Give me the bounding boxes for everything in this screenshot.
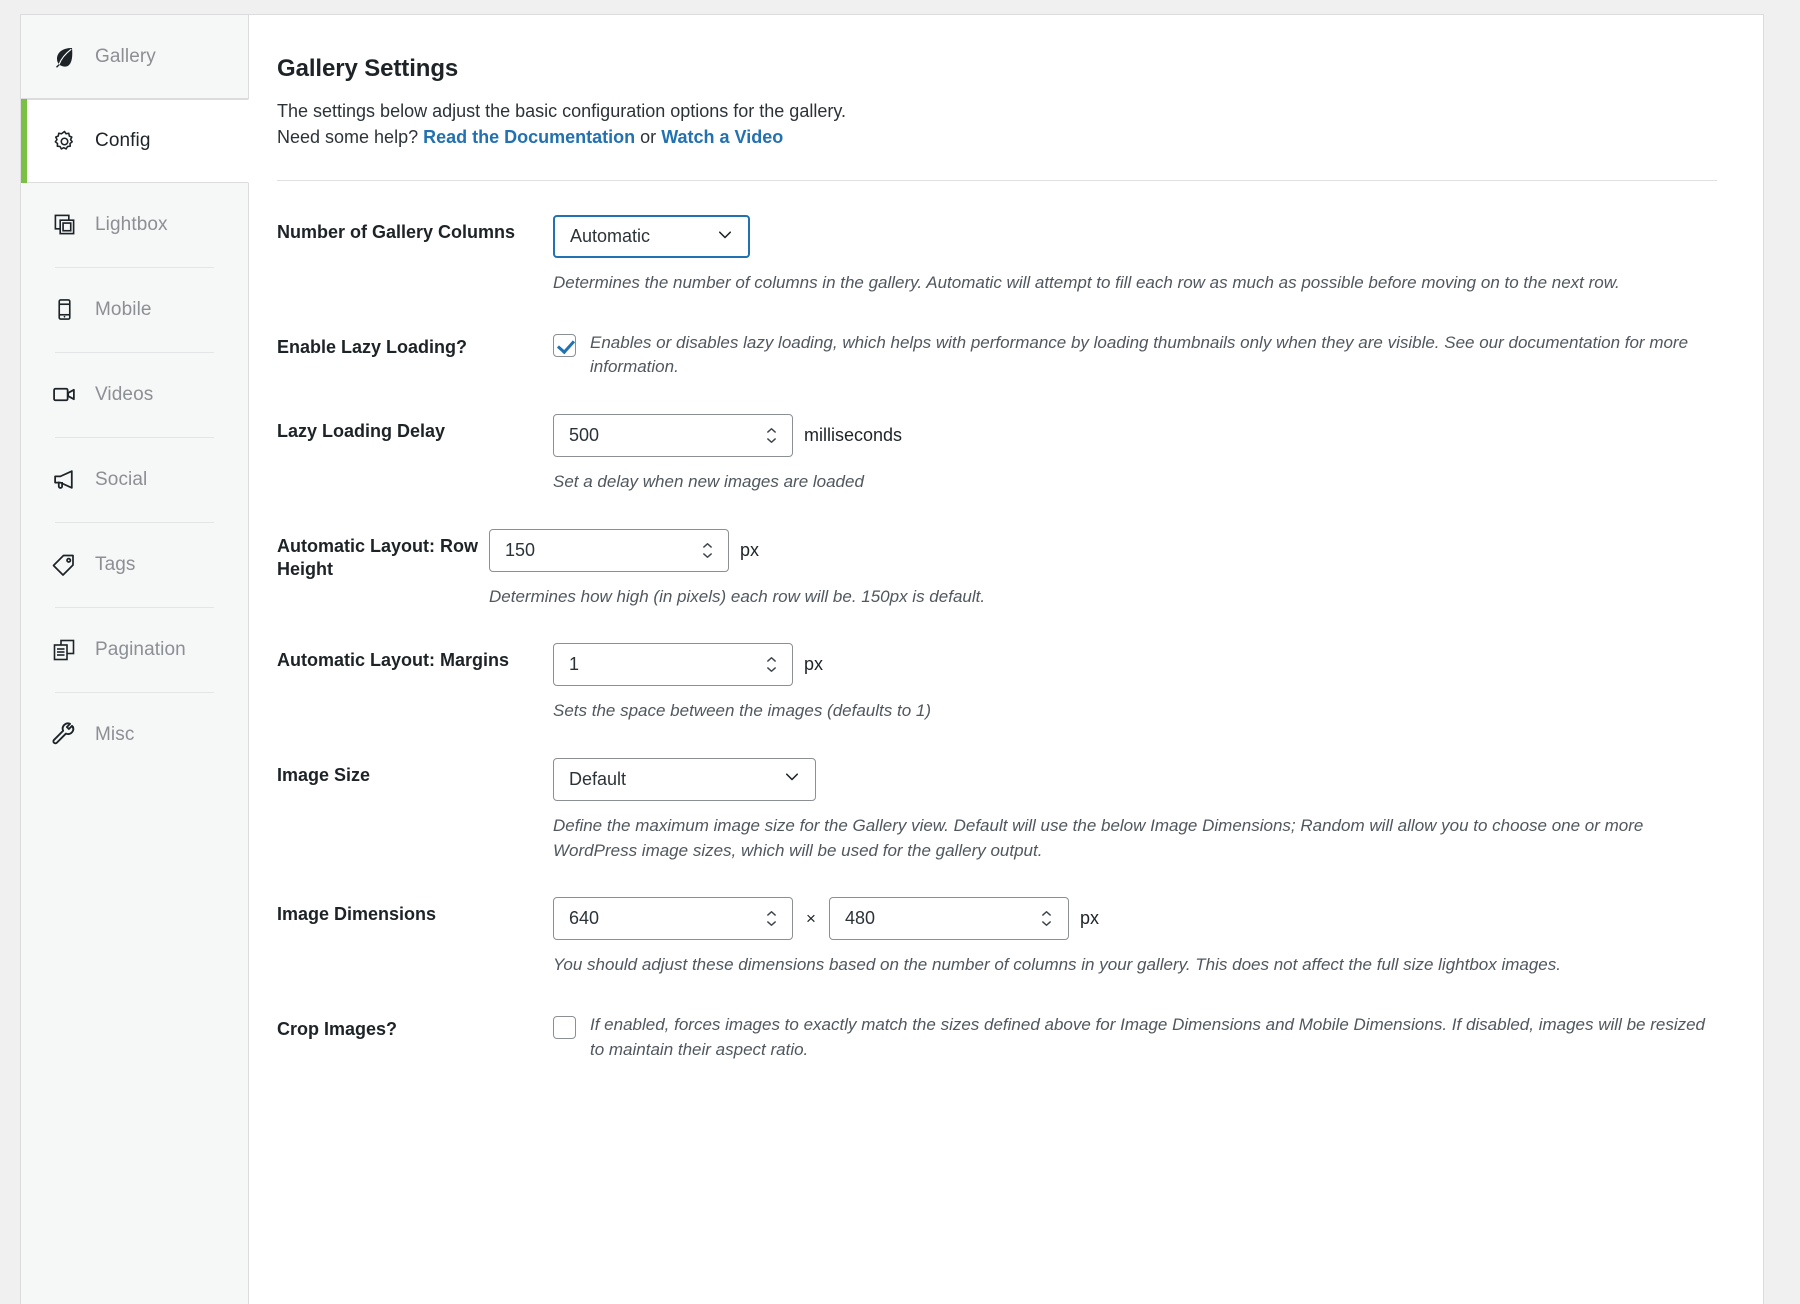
margins-unit: px xyxy=(804,654,824,675)
sidebar-item-mobile[interactable]: Mobile xyxy=(21,268,248,352)
leaf-icon xyxy=(51,44,77,70)
lazy-delay-value: 500 xyxy=(569,425,600,446)
desc-margins: Sets the space between the images (defau… xyxy=(553,701,932,721)
sidebar-item-label: Lightbox xyxy=(95,213,168,235)
sidebar-item-lightbox[interactable]: Lightbox xyxy=(21,183,248,267)
link-separator: or xyxy=(640,126,657,147)
desc-row-height: Determines how high (in pixels) each row… xyxy=(489,586,986,606)
page-description: The settings below adjust the basic conf… xyxy=(277,99,1717,150)
label-lazy-loading: Enable Lazy Loading? xyxy=(277,336,468,357)
margins-input[interactable]: 1 xyxy=(553,643,793,687)
chevron-down-icon xyxy=(716,225,734,248)
settings-content: Gallery Settings The settings below adju… xyxy=(249,15,1763,1304)
desc-lazy-delay: Set a delay when new images are loaded xyxy=(553,472,864,492)
chevron-down-icon xyxy=(783,768,801,791)
sidebar-item-label: Gallery xyxy=(95,45,156,67)
sidebar-item-misc[interactable]: Misc xyxy=(21,693,248,777)
field-row-lazy-delay: Lazy Loading Delay 500 milliseconds Set … xyxy=(277,380,1717,495)
sidebar-item-label: Misc xyxy=(95,723,135,745)
image-width-value: 640 xyxy=(569,908,600,929)
image-height-value: 480 xyxy=(844,908,875,929)
pagination-icon xyxy=(51,637,77,663)
field-row-crop-images: Crop Images? If enabled, forces images t… xyxy=(277,978,1717,1062)
page-title: Gallery Settings xyxy=(277,55,459,82)
label-margins: Automatic Layout: Margins xyxy=(277,650,510,671)
number-stepper-icon[interactable] xyxy=(764,908,778,930)
sidebar-item-tags[interactable]: Tags xyxy=(21,523,248,607)
number-stepper-icon[interactable] xyxy=(700,539,714,561)
desc-image-dimensions: You should adjust these dimensions based… xyxy=(553,955,1561,975)
image-size-select[interactable]: Default xyxy=(553,757,816,801)
tag-icon xyxy=(51,552,77,578)
sidebar-item-label: Pagination xyxy=(95,638,186,660)
columns-select[interactable]: Automatic xyxy=(553,215,750,259)
sidebar-item-pagination[interactable]: Pagination xyxy=(21,608,248,692)
field-row-image-size: Image Size Default Define the maximum im… xyxy=(277,724,1717,863)
sidebar-item-config[interactable]: Config xyxy=(21,99,249,183)
row-height-unit: px xyxy=(740,539,760,560)
lazy-delay-unit: milliseconds xyxy=(804,425,903,446)
watch-video-link[interactable]: Watch a Video xyxy=(661,127,783,147)
read-documentation-link[interactable]: Read the Documentation xyxy=(423,127,635,147)
help-prefix: Need some help? xyxy=(277,126,419,147)
field-row-margins: Automatic Layout: Margins 1 px Sets the … xyxy=(277,609,1717,724)
label-image-size: Image Size xyxy=(277,764,371,785)
image-width-input[interactable]: 640 xyxy=(553,897,793,941)
page-description-line1: The settings below adjust the basic conf… xyxy=(277,101,846,121)
image-dimensions-unit: px xyxy=(1079,908,1099,929)
sidebar-item-label: Config xyxy=(95,130,151,151)
label-lazy-delay: Lazy Loading Delay xyxy=(277,421,446,442)
layers-icon xyxy=(51,212,77,238)
crop-images-checkbox[interactable] xyxy=(553,1015,576,1039)
desc-lazy-loading: Enables or disables lazy loading, which … xyxy=(590,332,1689,377)
desc-columns: Determines the number of columns in the … xyxy=(553,273,1620,293)
lazy-delay-input[interactable]: 500 xyxy=(553,414,793,458)
field-row-image-dimensions: Image Dimensions 640 × 480 px You should… xyxy=(277,863,1717,978)
sidebar-item-label: Videos xyxy=(95,383,154,405)
gear-icon xyxy=(51,128,77,154)
dimensions-separator: × xyxy=(806,908,816,928)
sidebar-item-videos[interactable]: Videos xyxy=(21,353,248,437)
label-row-height: Automatic Layout: Row Height xyxy=(277,535,478,579)
mobile-icon xyxy=(51,297,77,323)
number-stepper-icon[interactable] xyxy=(764,425,778,447)
desc-image-size: Define the maximum image size for the Ga… xyxy=(553,815,1644,860)
label-image-dimensions: Image Dimensions xyxy=(277,904,437,925)
image-height-input[interactable]: 480 xyxy=(828,897,1069,941)
wrench-icon xyxy=(51,722,77,748)
settings-window: Gallery Config Lightbox Mobile Videos So… xyxy=(20,14,1764,1304)
row-height-input[interactable]: 150 xyxy=(489,528,729,572)
number-stepper-icon[interactable] xyxy=(1040,908,1054,930)
margins-value: 1 xyxy=(569,654,580,675)
sidebar-item-label: Social xyxy=(95,468,148,490)
sidebar-item-label: Tags xyxy=(95,553,136,575)
label-columns: Number of Gallery Columns xyxy=(277,222,516,243)
row-height-value: 150 xyxy=(505,539,536,560)
field-row-columns: Number of Gallery Columns Automatic Dete… xyxy=(277,181,1717,296)
sidebar-item-social[interactable]: Social xyxy=(21,438,248,522)
desc-crop-images: If enabled, forces images to exactly mat… xyxy=(590,1014,1706,1059)
number-stepper-icon[interactable] xyxy=(764,654,778,676)
sidebar-item-label: Mobile xyxy=(95,298,152,320)
sidebar-item-gallery[interactable]: Gallery xyxy=(21,15,248,99)
image-size-select-value: Default xyxy=(569,768,627,789)
label-crop-images: Crop Images? xyxy=(277,1018,398,1039)
megaphone-icon xyxy=(51,467,77,493)
video-icon xyxy=(51,382,77,408)
columns-select-value: Automatic xyxy=(570,226,651,247)
field-row-lazy-loading: Enable Lazy Loading? Enables or disables… xyxy=(277,296,1717,380)
lazy-loading-checkbox[interactable] xyxy=(553,333,576,357)
field-row-row-height: Automatic Layout: Row Height 150 px Dete… xyxy=(277,495,1717,610)
settings-sidebar: Gallery Config Lightbox Mobile Videos So… xyxy=(21,15,249,1304)
